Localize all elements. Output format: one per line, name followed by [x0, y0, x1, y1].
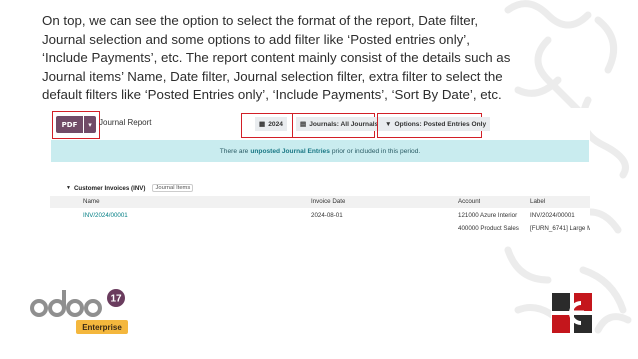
- section-title: Customer Invoices (INV): [73, 184, 146, 192]
- journal-items-badge[interactable]: Journal Items: [152, 184, 194, 192]
- calendar-icon: ▦: [259, 121, 266, 128]
- options-filter-label: Options: Posted Entries Only: [394, 120, 487, 128]
- pdf-highlight-box: PDF ▾: [52, 111, 100, 139]
- row-account: 400000 Product Sales: [458, 225, 519, 232]
- options-filter-button[interactable]: ▼ Options: Posted Entries Only: [381, 117, 491, 131]
- report-toolbar: PDF ▾ Journal Report ▦ 2024 ▤ Journals: …: [50, 108, 590, 139]
- row-invoice-date: 2024-08-01: [311, 212, 343, 219]
- column-header-account: Account: [458, 198, 481, 205]
- table-row[interactable]: INV/2024/00001 2024-08-01 121000 Azure I…: [50, 210, 590, 222]
- unposted-entries-banner: There are unposted Journal Entries prior…: [51, 140, 589, 162]
- company-logo-icon: [551, 292, 593, 334]
- row-name[interactable]: INV/2024/00001: [83, 210, 128, 222]
- journal-section-header[interactable]: ▼ Customer Invoices (INV) Journal Items: [66, 184, 194, 192]
- chevron-down-icon: ▾: [88, 120, 92, 129]
- date-filter-label: 2024: [268, 120, 283, 128]
- enterprise-badge: Enterprise: [76, 320, 128, 334]
- table-row[interactable]: 400000 Product Sales [FURN_6741] Large M: [50, 223, 590, 235]
- banner-prefix: There are: [219, 147, 249, 155]
- book-icon: ▤: [300, 121, 307, 128]
- report-title: Journal Report: [99, 118, 152, 127]
- version-label: 17: [110, 294, 122, 305]
- intro-paragraph: On top, we can see the option to select …: [42, 13, 511, 103]
- date-filter-button[interactable]: ▦ 2024: [255, 117, 287, 131]
- journal-report-screenshot: PDF ▾ Journal Report ▦ 2024 ▤ Journals: …: [50, 108, 590, 244]
- table-header: Name Invoice Date Account Label: [50, 196, 590, 208]
- filter-icon: ▼: [385, 120, 392, 128]
- odoo-logo-graphic: 17: [30, 289, 125, 317]
- pdf-dropdown-toggle[interactable]: ▾: [84, 116, 96, 133]
- unposted-entries-link[interactable]: unposted Journal Entries: [250, 148, 330, 155]
- row-label: INV/2024/00001: [530, 212, 575, 219]
- row-label: [FURN_6741] Large M: [530, 225, 590, 232]
- journals-filter-button[interactable]: ▤ Journals: All Journals: [296, 117, 383, 131]
- column-header-label: Label: [530, 198, 546, 205]
- pdf-button[interactable]: PDF: [56, 116, 83, 133]
- column-header-name: Name: [83, 198, 100, 205]
- banner-suffix: prior or included in this period.: [331, 147, 421, 155]
- journals-filter-label: Journals: All Journals: [309, 120, 379, 128]
- row-account: 121000 Azure Interior: [458, 212, 518, 219]
- column-header-invoice-date: Invoice Date: [311, 198, 346, 205]
- caret-down-icon: ▼: [66, 185, 71, 191]
